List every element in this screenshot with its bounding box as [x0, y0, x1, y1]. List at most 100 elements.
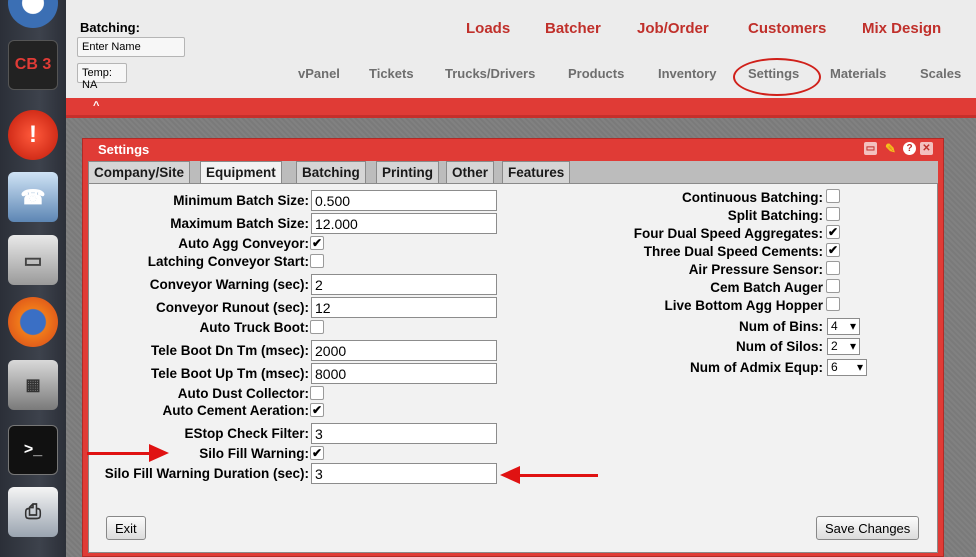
- firefox-icon[interactable]: [8, 297, 58, 347]
- cem-batch-auger-checkbox[interactable]: [826, 279, 840, 293]
- estop-check-filter-input[interactable]: 3: [311, 423, 497, 444]
- nav-loads[interactable]: Loads: [466, 20, 510, 37]
- window-title: Settings: [98, 142, 150, 157]
- auto-cement-aeration-checkbox[interactable]: ✔: [310, 403, 324, 417]
- tele-boot-up-input[interactable]: 8000: [311, 363, 497, 384]
- auto-truck-boot-checkbox[interactable]: [310, 320, 324, 334]
- cb3-app-icon[interactable]: CB 3: [8, 40, 58, 90]
- fax-machine-icon[interactable]: ☎: [8, 172, 58, 222]
- settings-highlight-ellipse: [733, 58, 821, 96]
- air-pressure-sensor-label: Air Pressure Sensor:: [688, 262, 823, 277]
- name-field[interactable]: Enter Name: [77, 37, 185, 57]
- three-dual-speed-cements-label: Three Dual Speed Cements:: [643, 244, 823, 259]
- num-of-admix-equp-value: 6: [831, 360, 838, 374]
- num-of-silos-label: Num of Silos:: [736, 339, 823, 354]
- nav-scales[interactable]: Scales: [920, 66, 961, 81]
- silo-fill-warning-duration-input[interactable]: 3: [311, 463, 497, 484]
- chevron-down-icon: ▾: [849, 319, 856, 333]
- annotation-arrow-shaft-right: [520, 474, 598, 477]
- num-of-bins-select[interactable]: 4 ▾: [827, 318, 860, 335]
- nav-materials[interactable]: Materials: [830, 66, 886, 81]
- conveyor-runout-input[interactable]: 12: [311, 297, 497, 318]
- four-dual-speed-aggregates-checkbox[interactable]: ✔: [826, 225, 840, 239]
- num-of-silos-select[interactable]: 2 ▾: [827, 338, 860, 355]
- nav-vpanel[interactable]: vPanel: [298, 66, 340, 81]
- conveyor-runout-label: Conveyor Runout (sec):: [155, 300, 309, 315]
- nav-tickets[interactable]: Tickets: [369, 66, 414, 81]
- batching-label: Batching:: [80, 20, 140, 35]
- min-batch-size-label: Minimum Batch Size:: [173, 193, 309, 208]
- tele-boot-up-label: Tele Boot Up Tm (msec):: [150, 366, 309, 381]
- conveyor-warning-input[interactable]: 2: [311, 274, 497, 295]
- printer-icon[interactable]: ⎙: [8, 487, 58, 537]
- live-bottom-agg-hopper-checkbox[interactable]: [826, 297, 840, 311]
- auto-agg-conveyor-label: Auto Agg Conveyor:: [178, 236, 309, 251]
- cem-batch-auger-label: Cem Batch Auger: [710, 280, 823, 295]
- tab-other[interactable]: Other: [446, 161, 495, 183]
- nav-trucks-drivers[interactable]: Trucks/Drivers: [445, 66, 535, 81]
- tab-printing[interactable]: Printing: [376, 161, 439, 183]
- annotation-arrow-right-icon: [149, 444, 169, 462]
- auto-dust-collector-label: Auto Dust Collector:: [177, 386, 309, 401]
- header-divider-bar: [66, 98, 976, 118]
- chevron-down-icon: ▾: [856, 360, 863, 374]
- latching-conveyor-start-checkbox[interactable]: [310, 254, 324, 268]
- tab-features[interactable]: Features: [502, 161, 571, 183]
- chevron-down-icon: ▾: [849, 339, 856, 353]
- nav-products[interactable]: Products: [568, 66, 624, 81]
- nav-job-order[interactable]: Job/Order: [637, 20, 709, 37]
- nav-mix-design[interactable]: Mix Design: [862, 20, 941, 37]
- max-batch-size-label: Maximum Batch Size:: [170, 216, 309, 231]
- collapse-header-button[interactable]: ^: [93, 100, 99, 112]
- cb3-label: CB 3: [14, 56, 52, 73]
- estop-check-filter-label: EStop Check Filter:: [184, 426, 309, 441]
- tab-equipment[interactable]: Equipment: [200, 161, 282, 184]
- num-of-admix-equp-label: Num of Admix Equp:: [690, 360, 823, 375]
- air-pressure-sensor-checkbox[interactable]: [826, 261, 840, 275]
- nav-customers[interactable]: Customers: [748, 20, 826, 37]
- silo-fill-warning-label: Silo Fill Warning:: [199, 446, 309, 461]
- continuous-batching-label: Continuous Batching:: [682, 190, 823, 205]
- auto-agg-conveyor-checkbox[interactable]: ✔: [310, 236, 324, 250]
- three-dual-speed-cements-checkbox[interactable]: ✔: [826, 243, 840, 257]
- tele-boot-dn-label: Tele Boot Dn Tm (msec):: [150, 343, 309, 358]
- auto-dust-collector-checkbox[interactable]: [310, 386, 324, 400]
- restore-window-icon[interactable]: ▭: [864, 142, 877, 155]
- silo-fill-warning-duration-label: Silo Fill Warning Duration (sec):: [104, 466, 309, 481]
- tele-boot-dn-input[interactable]: 2000: [311, 340, 497, 361]
- help-icon[interactable]: ?: [903, 142, 916, 155]
- num-of-admix-equp-select[interactable]: 6 ▾: [827, 359, 867, 376]
- silo-fill-warning-checkbox[interactable]: ✔: [310, 446, 324, 460]
- launcher-dock: CB 3 ! ☎ ▭ ▦ >_ ⎙: [0, 0, 66, 557]
- nav-inventory[interactable]: Inventory: [658, 66, 717, 81]
- pin-icon[interactable]: ✎: [884, 142, 897, 155]
- four-dual-speed-aggregates-label: Four Dual Speed Aggregates:: [633, 226, 823, 241]
- temperature-display: Temp: NA: [77, 63, 127, 91]
- close-window-icon[interactable]: ✕: [920, 142, 933, 155]
- max-batch-size-input[interactable]: 12.000: [311, 213, 497, 234]
- file-cabinet-icon[interactable]: ▭: [8, 235, 58, 285]
- alert-icon[interactable]: !: [8, 110, 58, 160]
- latching-conveyor-start-label: Latching Conveyor Start:: [147, 254, 309, 269]
- annotation-arrow-shaft-left: [87, 452, 149, 455]
- live-bottom-agg-hopper-label: Live Bottom Agg Hopper: [664, 298, 824, 313]
- min-batch-size-input[interactable]: 0.500: [311, 190, 497, 211]
- annotation-arrow-left-icon: [500, 466, 520, 484]
- app-header: [66, 0, 976, 98]
- num-of-silos-value: 2: [831, 339, 838, 353]
- app-menu-icon[interactable]: [8, 0, 58, 28]
- tab-batching[interactable]: Batching: [296, 161, 366, 183]
- nav-batcher[interactable]: Batcher: [545, 20, 601, 37]
- calculator-icon[interactable]: ▦: [8, 360, 58, 410]
- auto-truck-boot-label: Auto Truck Boot:: [199, 320, 310, 335]
- conveyor-warning-label: Conveyor Warning (sec):: [149, 277, 309, 292]
- save-changes-button[interactable]: Save Changes: [816, 516, 920, 540]
- continuous-batching-checkbox[interactable]: [826, 189, 840, 203]
- split-batching-label: Split Batching:: [727, 208, 823, 223]
- split-batching-checkbox[interactable]: [826, 207, 840, 221]
- terminal-icon[interactable]: >_: [8, 425, 58, 475]
- auto-cement-aeration-label: Auto Cement Aeration:: [162, 403, 309, 418]
- tab-company-site[interactable]: Company/Site: [88, 161, 191, 183]
- exit-button[interactable]: Exit: [106, 516, 146, 540]
- num-of-bins-value: 4: [831, 319, 838, 333]
